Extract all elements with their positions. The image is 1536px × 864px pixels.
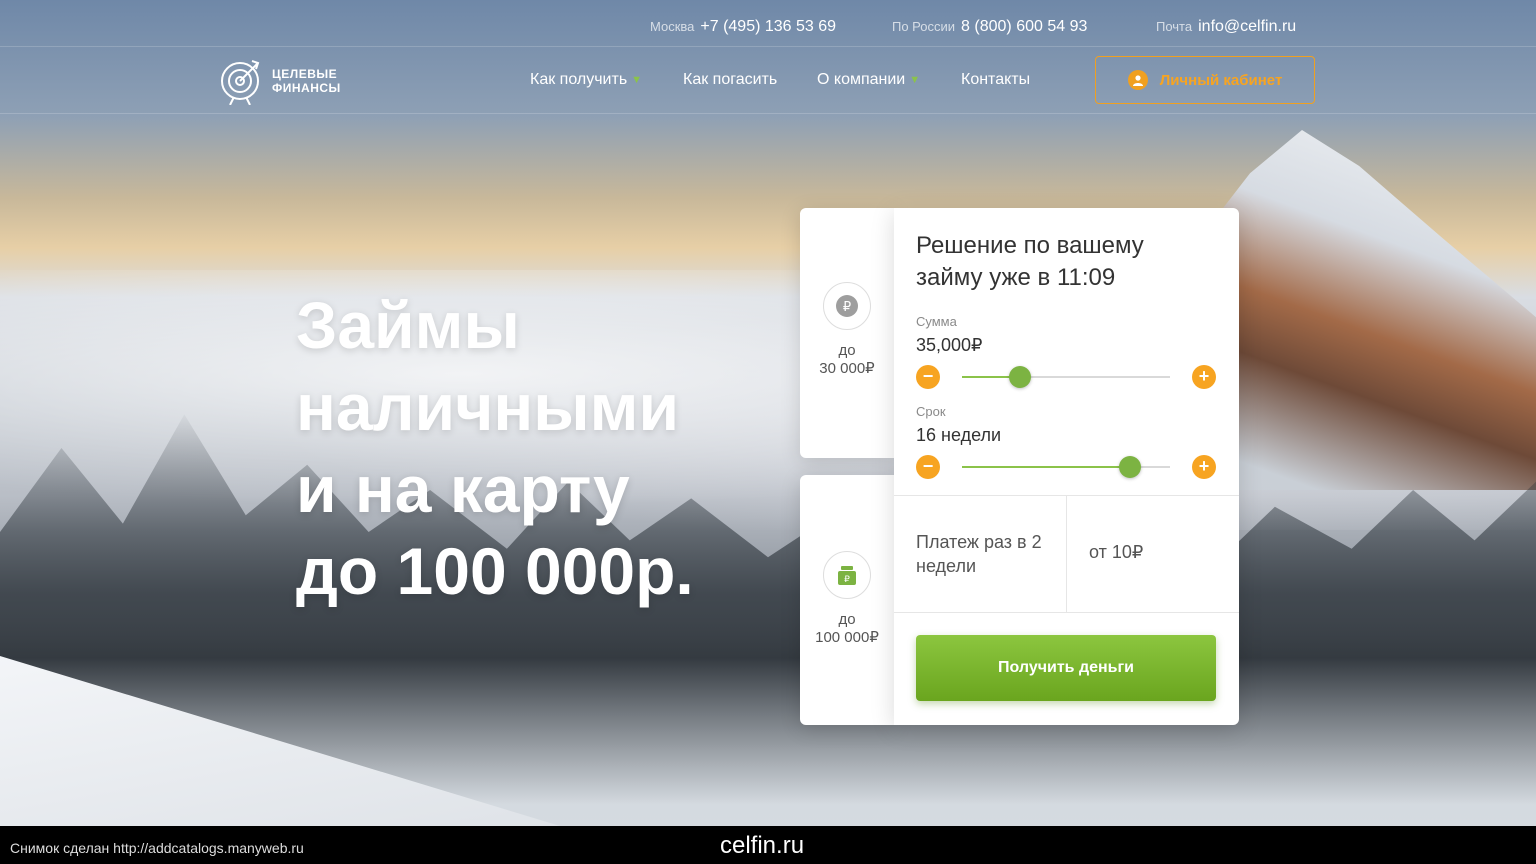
- nav-about[interactable]: О компании ▼: [817, 71, 920, 89]
- term-slider-fill: [962, 466, 1131, 468]
- ruble-coin-icon: ₽: [823, 282, 871, 330]
- user-icon: [1127, 70, 1148, 90]
- site-domain: celfin.ru: [720, 832, 805, 859]
- loan-calculator: Решение по вашему займу уже в 11:09 Сумм…: [894, 208, 1239, 725]
- contact-moscow-phone[interactable]: +7 (495) 136 53 69: [700, 18, 836, 35]
- logo-line-1: ЦЕЛЕВЫЕ: [272, 67, 338, 81]
- product-small-prefix: до: [838, 342, 856, 359]
- nav-about-label: О компании: [817, 71, 906, 88]
- logo-line-2: ФИНАНСЫ: [272, 81, 341, 95]
- amount-increase-button[interactable]: +: [1192, 365, 1216, 389]
- chevron-down-icon: ▼: [631, 74, 643, 86]
- contact-russia-label: По России: [892, 19, 956, 34]
- payment-frequency-label: Платеж раз в 2 недели: [916, 532, 1042, 576]
- hero-line-1: Займы: [296, 288, 520, 362]
- product-large-amount: 100 000₽: [815, 629, 879, 646]
- calculator-title: Решение по вашему займу уже в 11:09: [916, 232, 1144, 291]
- term-increase-button[interactable]: +: [1192, 455, 1216, 479]
- main-navigation: ЦЕЛЕВЫЕ ФИНАНСЫ Как получить ▼ Как погас…: [0, 47, 1536, 114]
- svg-text:₽: ₽: [843, 300, 851, 315]
- screenshot-caption-bar: Снимок сделан http://addcatalogs.manyweb…: [0, 826, 1536, 864]
- term-slider[interactable]: − +: [916, 455, 1216, 479]
- contact-mail-value[interactable]: info@celfin.ru: [1198, 18, 1296, 35]
- nav-how-to-repay[interactable]: Как погасить: [683, 71, 777, 89]
- nav-contacts[interactable]: Контакты: [961, 71, 1030, 89]
- divider: [894, 612, 1239, 613]
- term-slider-handle[interactable]: [1119, 456, 1142, 478]
- amount-slider[interactable]: − +: [916, 365, 1216, 389]
- get-money-button[interactable]: Получить деньги: [916, 635, 1216, 701]
- hero-headline: Займы наличными и на карту до 100 000р.: [296, 284, 796, 612]
- hero-line-4: до 100 000р.: [296, 534, 694, 608]
- nav-how-to-get[interactable]: Как получить ▼: [530, 71, 642, 89]
- logo-text: ЦЕЛЕВЫЕ ФИНАНСЫ: [272, 67, 362, 95]
- top-contact-bar: Москва +7 (495) 136 53 69 По России 8 (800…: [0, 0, 1536, 47]
- divider: [1066, 496, 1067, 612]
- amount-decrease-button[interactable]: −: [916, 365, 940, 389]
- product-large-prefix: до: [838, 611, 856, 628]
- amount-label: Сумма: [916, 314, 957, 329]
- site-logo[interactable]: ЦЕЛЕВЫЕ ФИНАНСЫ: [220, 57, 362, 105]
- term-decrease-button[interactable]: −: [916, 455, 940, 479]
- payment-amount: от 10₽: [1089, 542, 1144, 562]
- nav-how-to-repay-label: Как погасить: [683, 71, 778, 88]
- term-label: Срок: [916, 404, 946, 419]
- product-small-amount: 30 000₽: [819, 360, 875, 377]
- ruble-wallet-icon: ₽: [823, 551, 871, 599]
- contact-russia[interactable]: По России 8 (800) 600 54 93: [892, 18, 1087, 36]
- nav-contacts-label: Контакты: [961, 71, 1031, 88]
- contact-mail[interactable]: Почта info@celfin.ru: [1156, 18, 1296, 36]
- product-card-small[interactable]: ₽ до 30 000₽: [800, 208, 894, 458]
- hero-line-2: наличными: [296, 370, 680, 444]
- amount-value: 35,000₽: [916, 335, 983, 355]
- target-logo-icon: [221, 60, 260, 105]
- amount-slider-handle[interactable]: [1009, 366, 1032, 388]
- product-card-large[interactable]: ₽ до 100 000₽: [800, 475, 894, 725]
- contact-russia-phone[interactable]: 8 (800) 600 54 93: [961, 18, 1087, 35]
- screenshot-note: Снимок сделан http://addcatalogs.manyweb…: [10, 840, 304, 856]
- svg-text:₽: ₽: [844, 575, 850, 585]
- get-money-label: Получить деньги: [997, 659, 1135, 676]
- contact-mail-label: Почта: [1156, 19, 1193, 34]
- term-value: 16 недели: [916, 425, 1002, 445]
- term-slider-track[interactable]: [962, 456, 1170, 478]
- amount-slider-track[interactable]: [962, 366, 1170, 388]
- contact-moscow[interactable]: Москва +7 (495) 136 53 69: [650, 18, 836, 36]
- nav-how-to-get-label: Как получить: [530, 71, 628, 88]
- chevron-down-icon: ▼: [909, 74, 921, 86]
- personal-account-label: Личный кабинет: [1159, 71, 1283, 89]
- hero-line-3: и на карту: [296, 452, 630, 526]
- personal-account-button[interactable]: Личный кабинет: [1095, 56, 1315, 104]
- contact-moscow-label: Москва: [650, 19, 695, 34]
